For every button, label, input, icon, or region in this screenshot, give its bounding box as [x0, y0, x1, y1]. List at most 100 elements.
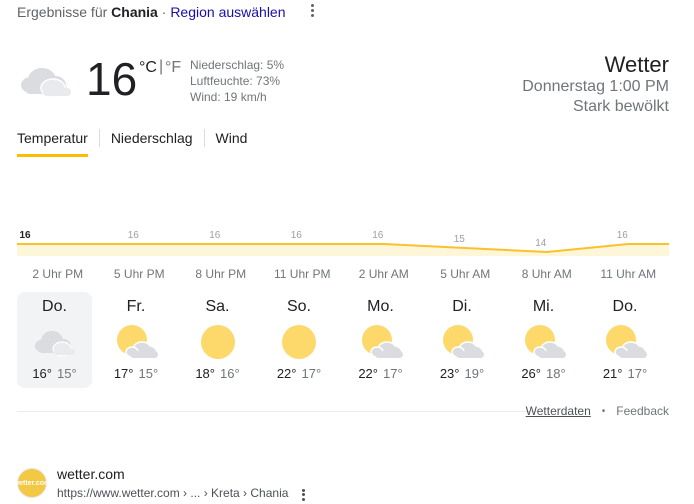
chart-data-label: 16: [372, 230, 384, 241]
day-name: Do.: [42, 298, 67, 315]
location-name: Chania: [111, 4, 158, 20]
day-temps: 18° 16°: [180, 366, 255, 381]
region-select-link[interactable]: Region auswählen: [170, 4, 285, 20]
day-temps: 22° 17°: [343, 366, 418, 381]
day-forecast-1[interactable]: Fr. 17° 15°: [99, 292, 174, 388]
weather-condition: Stark bewölkt: [572, 98, 669, 115]
day-low: 17°: [301, 366, 322, 381]
day-high: 16°: [32, 366, 52, 381]
chart-data-label: 16: [617, 230, 629, 241]
day-high: 22°: [358, 366, 378, 381]
day-temps: 26° 18°: [506, 366, 581, 381]
chart-data-label: 15: [454, 234, 466, 245]
day-name: Do.: [612, 298, 638, 315]
time-label: 2 Uhr AM: [358, 267, 409, 281]
day-high: 17°: [113, 366, 134, 381]
day-low: 17°: [383, 366, 403, 381]
day-low: 19°: [464, 366, 485, 381]
time-label: 5 Uhr AM: [440, 267, 491, 281]
time-label: 2 Uhr PM: [32, 267, 84, 281]
weather-data-link[interactable]: Wetterdaten: [526, 404, 591, 418]
day-low: 15°: [57, 366, 77, 381]
day-temps: 23° 19°: [425, 366, 500, 381]
day-high: 22°: [276, 366, 297, 381]
day-low: 17°: [627, 366, 648, 381]
separator: ·: [161, 4, 167, 20]
tab-divider: [203, 129, 205, 147]
day-forecast-4[interactable]: Mo. 22° 17°: [343, 292, 418, 388]
sunny-icon: [262, 322, 337, 362]
source-more-options-icon[interactable]: [297, 487, 309, 502]
day-name: Fr.: [126, 298, 146, 315]
day-high: 23°: [439, 366, 460, 381]
weather-title: Wetter: [604, 52, 669, 77]
day-name: Di.: [452, 298, 472, 315]
day-name: Mo.: [367, 298, 394, 315]
partly-cloudy-icon: [343, 322, 418, 362]
daily-forecast: Do. 16° 15° Fr. 17° 15° Sa. 18° 16° So. 22° 17° Mo. 2…: [17, 292, 669, 388]
current-weather-icon: [17, 58, 75, 105]
time-label: 8 Uhr AM: [521, 267, 572, 281]
sunny-icon: [180, 322, 255, 362]
partly-cloudy-icon: [425, 322, 500, 362]
temperature-chart: 16 16 16 16 16 15 14 16: [17, 230, 669, 256]
weather-details: Niederschlag: 5% Luftfeuchte: 73% Wind: …: [190, 57, 284, 105]
day-name: Mi.: [532, 298, 555, 315]
divider: [17, 411, 537, 412]
partly-cloudy-icon: [588, 322, 663, 362]
day-temps: 17° 15°: [99, 366, 174, 381]
humidity-text: Luftfeuchte: 73%: [190, 74, 281, 88]
day-low: 15°: [138, 366, 159, 381]
day-forecast-0[interactable]: Do. 16° 15°: [17, 292, 92, 388]
footer-dot: •: [601, 405, 606, 417]
results-line: Ergebnisse für Chania · Region auswählen: [17, 4, 286, 20]
chart-data-label: 14: [535, 238, 547, 249]
day-name: Sa.: [205, 298, 230, 315]
day-high: 26°: [521, 366, 541, 381]
chart-data-label: 16: [291, 230, 303, 241]
more-options-icon[interactable]: [306, 2, 318, 19]
day-temps: 22° 17°: [262, 366, 337, 381]
weather-time: Donnerstag 1:00 PM: [522, 78, 669, 95]
source-logo[interactable]: wetter.com: [14, 468, 50, 498]
day-low: 16°: [220, 366, 240, 381]
tab-divider: [98, 129, 100, 147]
day-high: 21°: [602, 366, 623, 381]
time-label: 5 Uhr PM: [113, 267, 165, 281]
source-url[interactable]: https://www.wetter.com › ... › Kreta › C…: [57, 486, 288, 500]
chart-data-label: 16: [209, 230, 221, 241]
day-forecast-7[interactable]: Do. 21° 17°: [588, 292, 663, 388]
unit-fahrenheit[interactable]: °F: [165, 59, 181, 77]
day-temps: 16° 15°: [17, 366, 92, 381]
time-label: 8 Uhr PM: [195, 267, 247, 281]
time-label: 11 Uhr AM: [600, 267, 657, 281]
time-label: 11 Uhr PM: [274, 267, 331, 281]
day-forecast-3[interactable]: So. 22° 17°: [262, 292, 337, 388]
tab-niederschlag[interactable]: Niederschlag: [111, 129, 193, 157]
tab-wind[interactable]: Wind: [216, 129, 248, 157]
wind-text: Wind: 19 km/h: [190, 90, 267, 104]
day-forecast-5[interactable]: Di. 23° 19°: [425, 292, 500, 388]
chart-data-label: 16: [128, 230, 140, 241]
current-temperature: 16: [86, 53, 138, 105]
day-low: 18°: [546, 366, 566, 381]
unit-separator: |: [159, 58, 164, 75]
feedback-link[interactable]: Feedback: [616, 404, 669, 418]
tabs: Temperatur Niederschlag Wind: [17, 129, 247, 157]
chart-data-label: 16: [19, 230, 31, 241]
day-forecast-6[interactable]: Mi. 26° 18°: [506, 292, 581, 388]
partly-cloudy-icon: [506, 322, 581, 362]
day-name: So.: [286, 298, 311, 315]
weather-footer: Wetterdaten • Feedback: [526, 404, 669, 418]
precipitation-text: Niederschlag: 5%: [190, 58, 285, 72]
tab-temperatur[interactable]: Temperatur: [17, 129, 88, 157]
partly-cloudy-icon: [99, 322, 174, 362]
source-name[interactable]: wetter.com: [57, 466, 125, 482]
day-temps: 21° 17°: [588, 366, 663, 381]
day-forecast-2[interactable]: Sa. 18° 16°: [180, 292, 255, 388]
source-logo-text: wetter.com: [13, 479, 51, 487]
cloudy-icon: [17, 322, 92, 362]
results-prefix: Ergebnisse für: [17, 4, 108, 20]
unit-celsius[interactable]: °C: [139, 59, 157, 77]
day-high: 18°: [195, 366, 215, 381]
